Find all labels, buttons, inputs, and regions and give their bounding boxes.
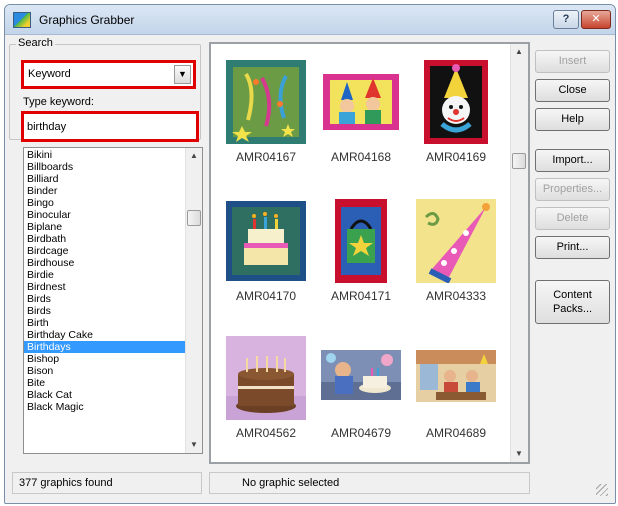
graphic-thumbnail[interactable]: AMR04679 [317,336,405,448]
graphic-thumbnail[interactable]: AMR04169 [412,60,500,172]
graphic-thumbnail[interactable]: AMR04689 [412,336,500,448]
scroll-up-icon[interactable]: ▲ [186,148,202,164]
graphics-gallery[interactable]: AMR04167 AMR04168 AMR04169 AMR04170 AMR04171… [209,42,530,464]
list-item[interactable]: Birdnest [24,281,185,293]
list-item[interactable]: Bison [24,365,185,377]
scroll-down-icon[interactable]: ▼ [511,446,527,462]
list-item[interactable]: Black Cat [24,389,185,401]
graphic-code-label: AMR04169 [425,150,487,164]
list-item[interactable]: Birdie [24,269,185,281]
graphic-thumbnail[interactable]: AMR04562 [222,336,310,448]
gallery-scrollbar[interactable]: ▲ ▼ [510,44,528,462]
graphic-thumbnail[interactable]: AMR04167 [222,60,310,172]
app-icon [13,12,31,28]
graphic-code-label: AMR04333 [425,289,487,303]
graphic-thumbnail[interactable]: AMR04170 [222,199,310,311]
list-item[interactable]: Black Magic [24,401,185,413]
close-window-button[interactable]: ✕ [581,10,611,29]
help-button[interactable]: Help [535,108,610,131]
keyword-list-scroll-thumb[interactable] [187,210,201,227]
insert-button[interactable]: Insert [535,50,610,73]
search-group-label: Search [16,37,55,49]
list-item[interactable]: Birthdays [24,341,185,353]
keyword-input[interactable] [27,118,193,135]
list-item[interactable]: Birthday Cake [24,329,185,341]
clown-clipart-image [416,60,496,144]
list-item[interactable]: Birth [24,317,185,329]
gift-bag-clipart-image [321,199,401,283]
graphic-code-label: AMR04562 [235,426,297,440]
list-item[interactable]: Birdcage [24,245,185,257]
graphic-thumbnail[interactable]: AMR04168 [317,60,405,172]
delete-button[interactable]: Delete [535,207,610,230]
content-packs-label-line2: Packs... [552,303,593,315]
kid-photo-clipart-image [321,336,401,420]
title-bar[interactable]: Graphics Grabber ? ✕ [5,5,615,35]
keyword-list-scrollbar[interactable]: ▲ ▼ [185,148,202,453]
keyword-list-items: Bikini Billboards Billiard Binder Bingo Binoc… [24,149,185,413]
window-title: Graphics Grabber [39,13,135,27]
graphic-code-label: AMR04170 [235,289,297,303]
resize-grip-icon[interactable] [596,484,608,496]
properties-button[interactable]: Properties... [535,178,610,201]
graphic-code-label: AMR04679 [330,426,392,440]
graphic-thumbnail[interactable]: AMR04171 [317,199,405,311]
list-item[interactable]: Birds [24,305,185,317]
keyword-label: Type keyword: [23,96,94,108]
party-photo-clipart-image [416,336,496,420]
party-hat-clipart-image [416,199,496,284]
cake-clipart-image [226,199,306,283]
list-item[interactable]: Binocular [24,209,185,221]
search-mode-value: Keyword [28,68,71,80]
scroll-up-icon[interactable]: ▲ [511,44,527,60]
gallery-scroll-thumb[interactable] [512,152,526,169]
content-packs-button[interactable]: Content Packs... [535,280,610,324]
import-button[interactable]: Import... [535,149,610,172]
graphic-thumbnail[interactable]: AMR04333 [412,199,500,311]
graphics-count-status: 377 graphics found [12,472,202,494]
party-people-clipart-image [321,60,401,144]
scroll-down-icon[interactable]: ▼ [186,437,202,453]
list-item[interactable]: Billboards [24,161,185,173]
content-packs-label-line1: Content [553,289,592,301]
cake-photo-clipart-image [226,336,306,420]
list-item[interactable]: Billiard [24,173,185,185]
selection-status: No graphic selected [209,472,530,494]
chevron-down-icon[interactable]: ▼ [174,65,191,84]
graphic-code-label: AMR04167 [235,150,297,164]
keyword-list[interactable]: Bikini Billboards Billiard Binder Bingo Binoc… [23,147,203,454]
list-item[interactable]: Birdhouse [24,257,185,269]
list-item[interactable]: Bishop [24,353,185,365]
keyword-field-frame [21,111,199,142]
graphic-code-label: AMR04689 [425,426,487,440]
search-mode-dropdown[interactable]: Keyword ▼ [21,60,196,89]
list-item[interactable]: Biplane [24,221,185,233]
list-item[interactable]: Binder [24,185,185,197]
print-button[interactable]: Print... [535,236,610,259]
confetti-clipart-image [226,60,306,144]
graphic-code-label: AMR04168 [330,150,392,164]
list-item[interactable]: Bikini [24,149,185,161]
list-item[interactable]: Bite [24,377,185,389]
list-item[interactable]: Birdbath [24,233,185,245]
list-item[interactable]: Birds [24,293,185,305]
help-titlebar-button[interactable]: ? [553,10,579,29]
close-button[interactable]: Close [535,79,610,102]
graphic-code-label: AMR04171 [330,289,392,303]
status-bar: 377 graphics found No graphic selected [0,470,610,498]
list-item[interactable]: Bingo [24,197,185,209]
